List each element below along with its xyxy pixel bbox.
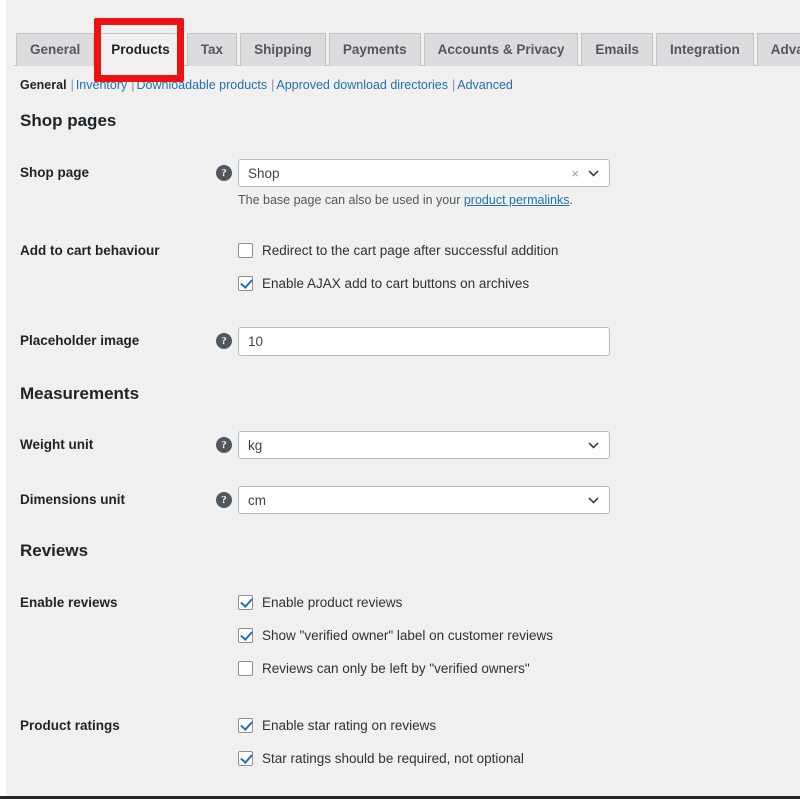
subnav-item-approved-download-directories[interactable]: Approved download directories [276,78,448,92]
tab-emails[interactable]: Emails [581,33,653,66]
checkbox-enable-product-reviews[interactable] [238,595,253,610]
subnav-item-downloadable-products[interactable]: Downloadable products [136,78,267,92]
checkbox-show-verified-owner-label[interactable] [238,628,253,643]
shop-page-select-value: Shop [248,165,280,181]
tab-integration[interactable]: Integration [655,33,754,66]
product-permalinks-link[interactable]: product permalinks [464,193,570,207]
section-title-measurements: Measurements [20,384,140,403]
checkbox-label-reviews-verified-owners-only[interactable]: Reviews can only be left by "verified ow… [262,661,530,676]
help-icon-shop-page[interactable]: ? [216,165,232,181]
checkbox-enable-star-rating[interactable] [238,718,253,733]
checkbox-star-ratings-required[interactable] [238,751,253,766]
shop-page-hint-period: . [569,193,573,207]
subnav-separator: | [70,78,74,92]
help-icon-placeholder-image[interactable]: ? [216,333,232,349]
checkbox-row-enable-ajax-add-to-cart[interactable]: Enable AJAX add to cart buttons on archi… [238,276,529,291]
checkbox-row-redirect-to-cart[interactable]: Redirect to the cart page after successf… [238,243,558,258]
help-icon-weight-unit[interactable]: ? [216,437,232,453]
label-dimensions-unit: Dimensions unit [20,492,126,507]
checkbox-row-enable-star-rating[interactable]: Enable star rating on reviews [238,718,436,733]
subnav-item-inventory[interactable]: Inventory [76,78,127,92]
subnav-separator: | [452,78,456,92]
settings-page: General Products Tax Shipping Payments Accoun… [6,0,800,799]
checkbox-redirect-to-cart[interactable] [238,243,253,258]
checkbox-row-enable-product-reviews[interactable]: Enable product reviews [238,595,402,610]
help-icon-dimensions-unit[interactable]: ? [216,492,232,508]
checkbox-row-star-ratings-required[interactable]: Star ratings should be required, not opt… [238,751,524,766]
dimensions-unit-select-value: cm [248,492,266,508]
tab-accounts-privacy[interactable]: Accounts & Privacy [423,33,579,66]
settings-tab-bar: General Products Tax Shipping Payments Accoun… [14,32,800,67]
tab-advanced[interactable]: Advanced [756,33,800,66]
shop-page-hint: The base page can also be used in your p… [238,193,573,207]
subnav-item-advanced[interactable]: Advanced [457,78,513,92]
label-shop-page: Shop page [20,165,90,180]
label-weight-unit: Weight unit [20,437,94,452]
section-title-reviews: Reviews [20,541,89,560]
checkbox-label-enable-ajax-add-to-cart[interactable]: Enable AJAX add to cart buttons on archi… [262,276,529,291]
weight-unit-select[interactable]: kg [238,431,610,459]
checkbox-label-show-verified-owner-label[interactable]: Show "verified owner" label on customer … [262,628,553,643]
shop-page-hint-text: The base page can also be used in your [238,193,464,207]
left-gutter [0,0,6,799]
label-placeholder-image: Placeholder image [20,333,140,348]
clear-icon[interactable]: × [571,167,588,180]
tab-shipping[interactable]: Shipping [240,33,326,66]
tab-products[interactable]: Products [97,33,184,67]
subnav: General | Inventory | Downloadable products |… [20,78,513,92]
weight-unit-select-value: kg [248,437,263,453]
tab-tax[interactable]: Tax [186,33,238,66]
placeholder-image-input[interactable] [238,327,610,356]
checkbox-reviews-verified-owners-only[interactable] [238,661,253,676]
dimensions-unit-select[interactable]: cm [238,486,610,514]
checkbox-enable-ajax-add-to-cart[interactable] [238,276,253,291]
chevron-down-icon [588,496,609,504]
section-title-shop-pages: Shop pages [20,111,117,130]
checkbox-label-enable-product-reviews[interactable]: Enable product reviews [262,595,402,610]
checkbox-label-redirect-to-cart[interactable]: Redirect to the cart page after successf… [262,243,558,258]
checkbox-row-reviews-verified-owners-only[interactable]: Reviews can only be left by "verified ow… [238,661,530,676]
subnav-separator: | [271,78,275,92]
label-enable-reviews: Enable reviews [20,595,118,610]
tab-payments[interactable]: Payments [328,33,421,66]
label-add-to-cart-behaviour: Add to cart behaviour [20,243,160,258]
tab-general[interactable]: General [16,33,95,66]
checkbox-row-show-verified-owner-label[interactable]: Show "verified owner" label on customer … [238,628,553,643]
shop-page-select[interactable]: Shop × [238,159,610,187]
chevron-down-icon [588,169,609,177]
label-product-ratings: Product ratings [20,718,120,733]
checkbox-label-star-ratings-required[interactable]: Star ratings should be required, not opt… [262,751,524,766]
subnav-item-general[interactable]: General [20,78,67,92]
chevron-down-icon [588,441,609,449]
checkbox-label-enable-star-rating[interactable]: Enable star rating on reviews [262,718,436,733]
